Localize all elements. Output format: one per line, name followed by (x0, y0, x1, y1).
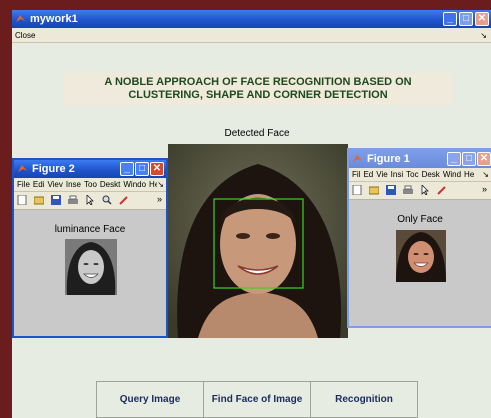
toolbar-more[interactable]: » (482, 184, 487, 194)
main-menubar: Close ↘ (12, 29, 491, 43)
menu-file[interactable]: Fil (352, 170, 360, 179)
brush-icon[interactable] (437, 185, 447, 195)
main-window-title: mywork1 (30, 13, 78, 25)
menu-close[interactable]: Close (15, 31, 35, 40)
menu-view[interactable]: Vie (376, 170, 387, 179)
menu-dock-arrow[interactable]: ↘ (480, 29, 487, 42)
print-icon[interactable] (68, 195, 79, 205)
menu-edit[interactable]: Ed (363, 170, 373, 179)
save-icon[interactable] (51, 195, 62, 205)
pointer-icon[interactable] (85, 195, 95, 205)
menu-tools[interactable]: Toc (406, 170, 418, 179)
figure-1-title: Figure 1 (367, 153, 410, 165)
menu-dock-arrow[interactable]: ↘ (157, 178, 164, 191)
figure-2-titlebar[interactable]: Figure 2 _ □ ✕ (14, 160, 166, 178)
figure-1-toolbar: » (349, 182, 491, 200)
matlab-icon (18, 165, 27, 172)
minimize-button[interactable]: _ (443, 12, 457, 26)
maximize-button[interactable]: □ (462, 152, 476, 166)
figure-1-titlebar[interactable]: Figure 1 _ □ ✕ (349, 150, 491, 168)
pointer-icon[interactable] (420, 185, 430, 195)
figure-2-window: Figure 2 _ □ ✕ File Edi Viev Inse Too Deskt Wi… (12, 158, 168, 338)
figure-2-toolbar: » (14, 192, 166, 210)
open-folder-icon[interactable] (34, 195, 45, 205)
menu-insert[interactable]: Inse (66, 180, 81, 189)
luminance-face-label: luminance Face (54, 224, 126, 235)
figure-1-menubar: Fil Ed Vie Insi Toc Desk Wind He ↘ (349, 168, 491, 182)
only-face-label: Only Face (397, 214, 443, 225)
figure-2-title: Figure 2 (32, 163, 75, 175)
close-button[interactable]: ✕ (477, 152, 491, 166)
figure-2-menubar: File Edi Viev Inse Too Deskt Windo Hel ↘ (14, 178, 166, 192)
new-file-icon[interactable] (17, 195, 27, 205)
main-titlebar[interactable]: mywork1 _ □ ✕ (12, 10, 491, 28)
save-icon[interactable] (386, 185, 397, 195)
figure-1-window: Figure 1 _ □ ✕ Fil Ed Vie Insi Toc Desk Wind He… (347, 148, 491, 328)
matlab-icon (353, 155, 362, 162)
matlab-icon (16, 15, 25, 22)
close-button[interactable]: ✕ (475, 12, 489, 26)
menu-file[interactable]: File (17, 180, 30, 189)
query-image-button[interactable]: Query Image (96, 381, 204, 418)
detected-face-label: Detected Face (224, 128, 290, 139)
only-face-image (396, 230, 446, 282)
find-face-button[interactable]: Find Face of Image (203, 381, 311, 418)
maximize-button[interactable]: □ (135, 162, 149, 176)
open-folder-icon[interactable] (369, 185, 380, 195)
menu-desktop[interactable]: Desk (422, 170, 440, 179)
menu-window[interactable]: Windo (123, 180, 146, 189)
new-file-icon[interactable] (352, 185, 362, 195)
menu-edit[interactable]: Edi (33, 180, 45, 189)
zoom-icon[interactable] (102, 195, 112, 205)
menu-dock-arrow[interactable]: ↘ (482, 168, 489, 181)
title-banner: A NOBLE APPROACH OF FACE RECOGNITION BAS… (63, 73, 453, 105)
menu-tools[interactable]: Too (84, 180, 97, 189)
maximize-button[interactable]: □ (459, 12, 473, 26)
heading-line-1: A NOBLE APPROACH OF FACE RECOGNITION BAS… (104, 76, 412, 88)
menu-view[interactable]: Viev (47, 180, 62, 189)
print-icon[interactable] (403, 185, 414, 195)
menu-help[interactable]: He (464, 170, 474, 179)
brush-icon[interactable] (119, 195, 129, 205)
menu-insert[interactable]: Insi (391, 170, 403, 179)
heading-line-2: CLUSTERING, SHAPE AND CORNER DETECTION (128, 89, 388, 101)
minimize-button[interactable]: _ (447, 152, 461, 166)
close-button[interactable]: ✕ (150, 162, 164, 176)
menu-desktop[interactable]: Deskt (100, 180, 120, 189)
luminance-face-image (65, 239, 117, 295)
menu-window[interactable]: Wind (443, 170, 461, 179)
recognition-button[interactable]: Recognition (310, 381, 418, 418)
minimize-button[interactable]: _ (120, 162, 134, 176)
toolbar-more[interactable]: » (157, 194, 162, 204)
detected-face-image (168, 144, 348, 338)
